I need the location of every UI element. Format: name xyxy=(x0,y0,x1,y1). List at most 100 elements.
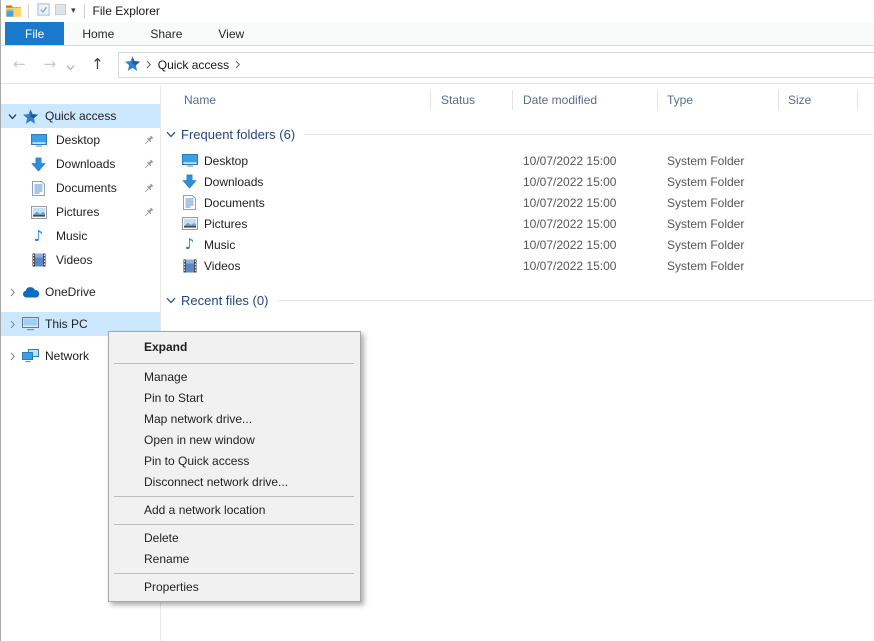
downloads-icon xyxy=(29,157,48,172)
titlebar-separator xyxy=(84,4,85,18)
properties-checkbox-icon xyxy=(37,3,50,19)
menu-item-pin-to-quick-access[interactable]: Pin to Quick access xyxy=(109,451,360,472)
file-date-modified: 10/07/2022 15:00 xyxy=(513,196,658,210)
sidebar-item-label: This PC xyxy=(45,317,88,331)
menu-separator xyxy=(114,524,354,525)
sidebar-item-onedrive[interactable]: OneDrive xyxy=(1,280,160,304)
breadcrumb-chevron-icon[interactable] xyxy=(235,60,241,69)
sidebar-item-downloads[interactable]: Downloads xyxy=(1,152,160,176)
menu-separator xyxy=(114,573,354,574)
sidebar-item-label: Quick access xyxy=(45,109,116,123)
quick-access-star-icon xyxy=(21,109,40,124)
file-row-videos[interactable]: Videos 10/07/2022 15:00 System Folder xyxy=(162,255,874,276)
tab-share[interactable]: Share xyxy=(132,22,200,45)
qat-new-folder-button[interactable] xyxy=(52,2,69,20)
sidebar-item-pictures[interactable]: Pictures xyxy=(1,200,160,224)
tab-view[interactable]: View xyxy=(200,22,262,45)
music-note-icon: ♪ xyxy=(29,229,48,244)
network-icon xyxy=(21,349,40,363)
sidebar-item-label: Desktop xyxy=(56,133,100,147)
recent-locations-dropdown[interactable] xyxy=(62,53,79,76)
desktop-icon xyxy=(181,153,198,168)
menu-item-expand[interactable]: Expand xyxy=(109,335,360,360)
menu-item-properties[interactable]: Properties xyxy=(109,577,360,598)
group-header-recent-files[interactable]: Recent files (0) xyxy=(162,289,874,311)
chevron-down-icon: ▾ xyxy=(71,6,76,16)
menu-item-open-in-new-window[interactable]: Open in new window xyxy=(109,430,360,451)
documents-icon xyxy=(181,195,198,210)
chevron-right-icon[interactable] xyxy=(6,288,19,297)
sidebar-item-desktop[interactable]: Desktop xyxy=(1,128,160,152)
file-row-downloads[interactable]: Downloads 10/07/2022 15:00 System Folder xyxy=(162,171,874,192)
up-button[interactable]: ↑ xyxy=(87,55,108,74)
qat-properties-button[interactable] xyxy=(35,2,52,20)
group-header-rule xyxy=(278,300,873,301)
menu-item-add-network-location[interactable]: Add a network location xyxy=(109,500,360,521)
chevron-down-icon xyxy=(66,57,75,75)
sidebar-item-label: Music xyxy=(56,229,87,243)
sidebar-item-documents[interactable]: Documents xyxy=(1,176,160,200)
quick-access-star-icon xyxy=(125,56,140,74)
navigation-bar: ← → ↑ Quick access xyxy=(1,46,874,84)
menu-item-map-network-drive[interactable]: Map network drive... xyxy=(109,409,360,430)
onedrive-cloud-icon xyxy=(21,287,40,298)
menu-item-rename[interactable]: Rename xyxy=(109,549,360,570)
tab-home[interactable]: Home xyxy=(64,22,132,45)
file-name: Music xyxy=(204,238,235,252)
file-type: System Folder xyxy=(658,154,779,168)
this-pc-monitor-icon xyxy=(21,317,40,331)
qat-customize-dropdown[interactable]: ▾ xyxy=(69,5,78,17)
file-row-music[interactable]: ♪ Music 10/07/2022 15:00 System Folder xyxy=(162,234,874,255)
sidebar-item-label: Videos xyxy=(56,253,92,267)
group-header-frequent-folders[interactable]: Frequent folders (6) xyxy=(162,123,874,145)
file-row-documents[interactable]: Documents 10/07/2022 15:00 System Folder xyxy=(162,192,874,213)
file-type: System Folder xyxy=(658,259,779,273)
chevron-down-icon[interactable] xyxy=(166,297,176,304)
desktop-icon xyxy=(29,133,48,148)
menu-item-delete[interactable]: Delete xyxy=(109,528,360,549)
file-explorer-logo-icon xyxy=(5,4,22,18)
documents-icon xyxy=(29,181,48,196)
column-header-date-modified[interactable]: Date modified xyxy=(513,90,658,110)
chevron-down-icon[interactable] xyxy=(166,131,176,138)
file-date-modified: 10/07/2022 15:00 xyxy=(513,217,658,231)
column-header-size[interactable]: Size xyxy=(779,90,858,110)
menu-item-manage[interactable]: Manage xyxy=(109,367,360,388)
frequent-folders-rows: Desktop 10/07/2022 15:00 System Folder D… xyxy=(162,150,874,276)
music-note-icon: ♪ xyxy=(181,237,198,252)
sidebar-item-quick-access[interactable]: Quick access xyxy=(1,104,160,128)
column-header-type[interactable]: Type xyxy=(658,90,779,110)
column-header-status[interactable]: Status xyxy=(431,90,513,110)
file-name: Pictures xyxy=(204,217,247,231)
menu-item-disconnect-network-drive[interactable]: Disconnect network drive... xyxy=(109,472,360,493)
address-bar[interactable]: Quick access xyxy=(118,52,874,78)
videos-film-icon xyxy=(29,253,48,267)
group-header-rule xyxy=(305,134,873,135)
file-type: System Folder xyxy=(658,217,779,231)
new-folder-disabled-icon xyxy=(54,3,67,19)
back-button[interactable]: ← xyxy=(9,55,30,74)
pin-icon xyxy=(143,207,154,218)
chevron-right-icon[interactable] xyxy=(6,320,19,329)
file-row-pictures[interactable]: Pictures 10/07/2022 15:00 System Folder xyxy=(162,213,874,234)
menu-item-pin-to-start[interactable]: Pin to Start xyxy=(109,388,360,409)
forward-button[interactable]: → xyxy=(40,55,61,74)
ribbon-tab-bar: File Home Share View xyxy=(1,22,874,46)
file-name: Downloads xyxy=(204,175,263,189)
sidebar-item-videos[interactable]: Videos xyxy=(1,248,160,272)
tab-file[interactable]: File xyxy=(5,22,64,45)
file-name: Desktop xyxy=(204,154,248,168)
titlebar: ▾ File Explorer xyxy=(1,0,874,22)
sidebar-item-music[interactable]: ♪ Music xyxy=(1,224,160,248)
group-header-label: Recent files (0) xyxy=(181,293,268,308)
file-row-desktop[interactable]: Desktop 10/07/2022 15:00 System Folder xyxy=(162,150,874,171)
group-header-label: Frequent folders (6) xyxy=(181,127,295,142)
menu-separator xyxy=(114,496,354,497)
chevron-right-icon[interactable] xyxy=(6,352,19,361)
sidebar-item-label: Documents xyxy=(56,181,117,195)
breadcrumb-quick-access[interactable]: Quick access xyxy=(158,58,229,72)
column-header-name[interactable]: Name xyxy=(162,90,431,110)
sidebar-item-label: OneDrive xyxy=(45,285,96,299)
window-title: File Explorer xyxy=(93,4,160,18)
chevron-down-icon[interactable] xyxy=(6,113,19,120)
